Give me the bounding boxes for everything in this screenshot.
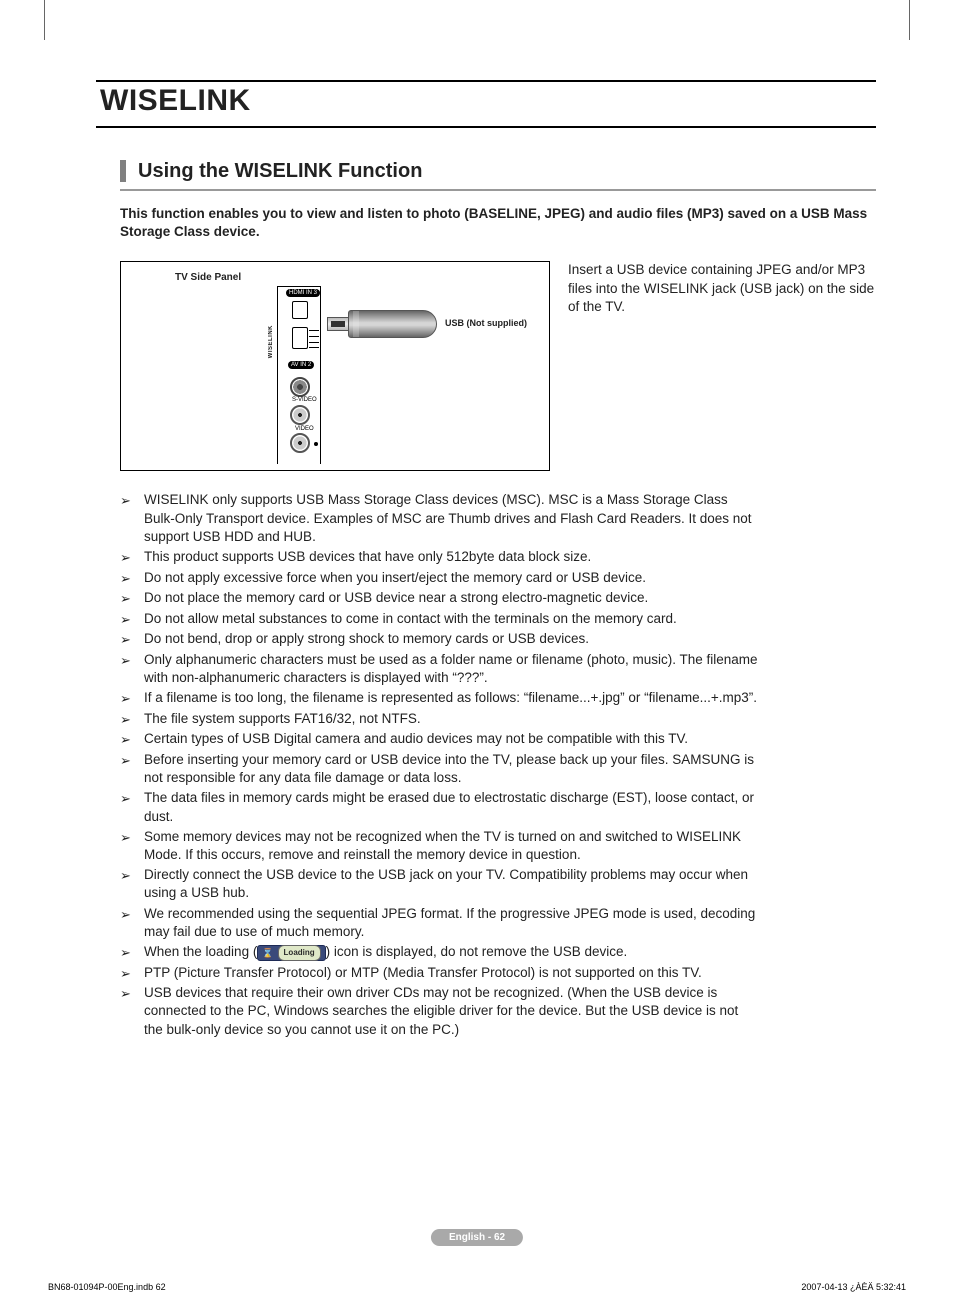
crop-mark [44, 0, 45, 40]
figure-caption-usb: USB (Not supplied) [445, 318, 527, 328]
bullet-arrow-icon: ➢ [120, 589, 136, 608]
note-item: ➢Directly connect the USB device to the … [120, 866, 760, 902]
panel-dot-icon [314, 442, 318, 446]
note-text: Directly connect the USB device to the U… [144, 866, 760, 902]
intro-paragraph: This function enables you to view and li… [120, 205, 876, 241]
loading-pill-label: Loading [278, 945, 321, 961]
bullet-arrow-icon: ➢ [120, 943, 136, 962]
crop-mark [909, 0, 910, 40]
port-label-video: VIDEO [295, 426, 314, 432]
rca-port-icon [290, 405, 310, 425]
note-text: The file system supports FAT16/32, not N… [144, 710, 760, 729]
bullet-arrow-icon: ➢ [120, 905, 136, 941]
usb-port-icon [292, 327, 308, 349]
note-text: Certain types of USB Digital camera and … [144, 730, 760, 749]
loading-badge-icon: ⌛ Loading [257, 945, 325, 961]
accent-bar-icon [120, 160, 126, 182]
figure-side-text: Insert a USB device containing JPEG and/… [568, 261, 876, 471]
note-item: ➢ When the loading ( ⌛ Loading ) icon is dis… [120, 943, 760, 962]
subheading-row: Using the WISELINK Function [120, 160, 876, 191]
footer-meta-right: 2007-04-13 ¿ÀÈÄ 5:32:41 [801, 1282, 906, 1292]
note-item: ➢ Certain types of USB Digital camera and… [120, 730, 760, 749]
note-item: ➢Before inserting your memory card or US… [120, 751, 760, 787]
usb-stick-icon [327, 307, 437, 341]
note-item: ➢ Do not allow metal substances to come i… [120, 610, 760, 629]
note-text: WISELINK only supports USB Mass Storage … [144, 491, 760, 546]
bullet-arrow-icon: ➢ [120, 730, 136, 749]
section-title: WISELINK [96, 84, 876, 118]
note-text: Do not bend, drop or apply strong shock … [144, 630, 760, 649]
bullet-arrow-icon: ➢ [120, 610, 136, 629]
figure-caption-panel: TV Side Panel [175, 272, 241, 283]
note-item: ➢ Do not bend, drop or apply strong shock… [120, 630, 760, 649]
subheading: Using the WISELINK Function [138, 160, 422, 183]
page-content: WISELINK Using the WISELINK Function Thi… [96, 80, 876, 1041]
note-text: This product supports USB devices that h… [144, 548, 760, 567]
bullet-arrow-icon: ➢ [120, 710, 136, 729]
hourglass-icon: ⌛ [262, 946, 273, 960]
port-label-wiselink: WISELINK [268, 325, 274, 358]
note-item: ➢Only alphanumeric characters must be us… [120, 651, 760, 687]
bullet-arrow-icon: ➢ [120, 651, 136, 687]
note-item: ➢ If a filename is too long, the filename… [120, 689, 760, 708]
port-label-svideo: S-VIDEO [292, 397, 317, 403]
page-number-pill: English - 62 [431, 1229, 523, 1246]
figure-row: TV Side Panel HDMI IN 3 WISELINK AV IN 2… [120, 261, 876, 471]
bullet-arrow-icon: ➢ [120, 828, 136, 864]
bullet-arrow-icon: ➢ [120, 689, 136, 708]
note-text: Before inserting your memory card or USB… [144, 751, 760, 787]
note-item: ➢ This product supports USB devices that … [120, 548, 760, 567]
note-item: ➢ The file system supports FAT16/32, not … [120, 710, 760, 729]
note-item: ➢Some memory devices may not be recogniz… [120, 828, 760, 864]
note-text: We recommended using the sequential JPEG… [144, 905, 760, 941]
bullet-arrow-icon: ➢ [120, 491, 136, 546]
bullet-arrow-icon: ➢ [120, 866, 136, 902]
note-item: ➢ Do not apply excessive force when you i… [120, 569, 760, 588]
note-text: If a filename is too long, the filename … [144, 689, 760, 708]
note-text: USB devices that require their own drive… [144, 984, 760, 1039]
svideo-port-icon [290, 377, 310, 397]
note-text: Only alphanumeric characters must be use… [144, 651, 760, 687]
notes-list: ➢WISELINK only supports USB Mass Storage… [120, 491, 760, 1038]
footer-meta-left: BN68-01094P-00Eng.indb 62 [48, 1282, 166, 1292]
note-text: Do not allow metal substances to come in… [144, 610, 760, 629]
note-item: ➢We recommended using the sequential JPE… [120, 905, 760, 941]
bullet-arrow-icon: ➢ [120, 789, 136, 825]
note-item: ➢ PTP (Picture Transfer Protocol) or MTP … [120, 964, 760, 983]
rca-port-icon [290, 433, 310, 453]
port-label-hdmi: HDMI IN 3 [286, 289, 320, 297]
port-label-avin: AV IN 2 [288, 361, 314, 369]
note-text: Do not place the memory card or USB devi… [144, 589, 760, 608]
bullet-arrow-icon: ➢ [120, 630, 136, 649]
bullet-arrow-icon: ➢ [120, 751, 136, 787]
usb-body-icon [348, 310, 437, 338]
tv-panel-outline: HDMI IN 3 WISELINK AV IN 2 S-VIDEO VIDEO [277, 286, 321, 464]
tv-side-panel-figure: TV Side Panel HDMI IN 3 WISELINK AV IN 2… [120, 261, 550, 471]
note-item: ➢The data files in memory cards might be… [120, 789, 760, 825]
note-text: When the loading ( ⌛ Loading ) icon is disp… [144, 943, 760, 962]
note-text: The data files in memory cards might be … [144, 789, 760, 825]
note-text-fragment: ) icon is displayed, do not remove the U… [326, 944, 628, 959]
note-text: PTP (Picture Transfer Protocol) or MTP (… [144, 964, 760, 983]
usb-plug-icon [327, 317, 349, 331]
note-text: Some memory devices may not be recognize… [144, 828, 760, 864]
bullet-arrow-icon: ➢ [120, 548, 136, 567]
note-text-fragment: When the loading ( [144, 944, 257, 959]
hdmi-port-icon [292, 301, 308, 319]
bullet-arrow-icon: ➢ [120, 569, 136, 588]
note-item: ➢WISELINK only supports USB Mass Storage… [120, 491, 760, 546]
note-item: ➢USB devices that require their own driv… [120, 984, 760, 1039]
note-text: Do not apply excessive force when you in… [144, 569, 760, 588]
section-title-band: WISELINK [96, 80, 876, 128]
note-item: ➢ Do not place the memory card or USB dev… [120, 589, 760, 608]
bullet-arrow-icon: ➢ [120, 964, 136, 983]
bullet-arrow-icon: ➢ [120, 984, 136, 1039]
